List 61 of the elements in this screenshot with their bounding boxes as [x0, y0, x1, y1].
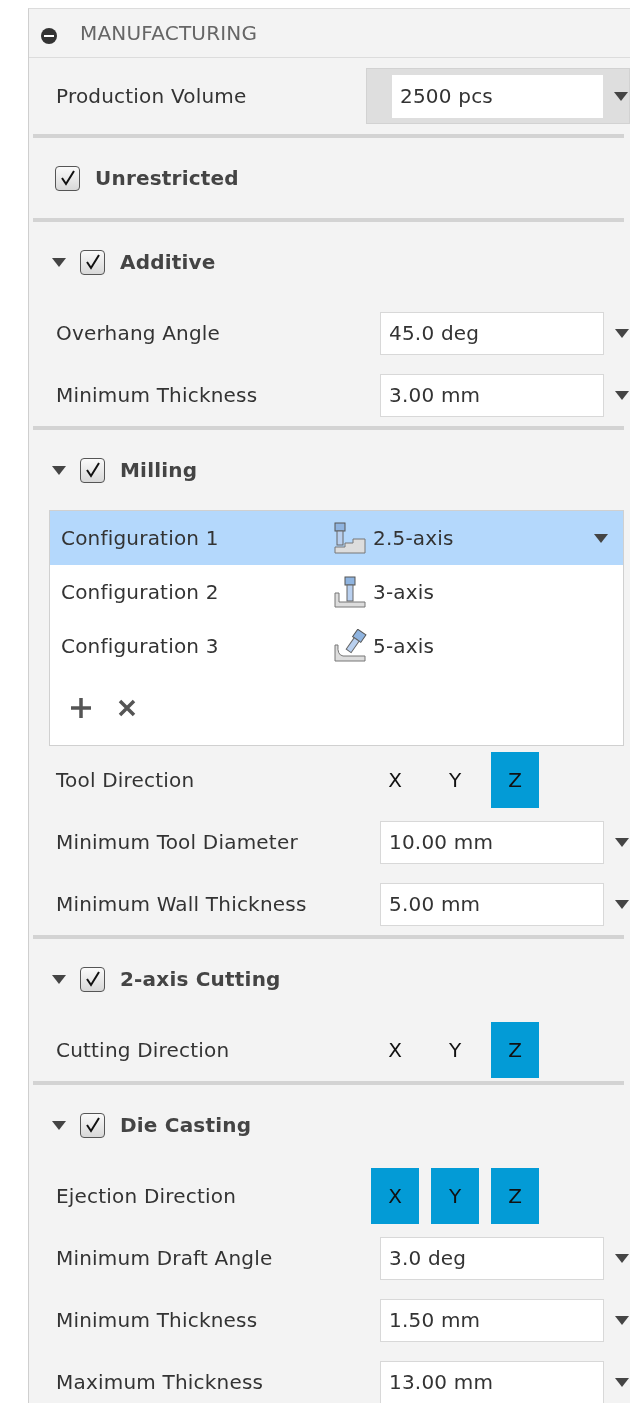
section-title: Additive — [120, 250, 216, 274]
field-label: Minimum Tool Diameter — [56, 830, 299, 854]
dropdown-arrow-icon[interactable] — [593, 532, 609, 544]
field-label: Tool Direction — [56, 768, 196, 792]
checkbox[interactable] — [55, 165, 80, 191]
field-label: Minimum Thickness — [56, 383, 259, 407]
axis-toggle[interactable]: Z — [491, 1168, 539, 1224]
field-label: Ejection Direction — [56, 1184, 238, 1208]
checkmark-icon — [58, 169, 77, 187]
dropdown-arrow-icon[interactable] — [614, 1314, 630, 1326]
axis-toggle[interactable]: Y — [431, 1022, 479, 1078]
field-label: Minimum Draft Angle — [56, 1246, 274, 1270]
milling-tool-step-icon — [333, 521, 367, 555]
dropdown-arrow-icon[interactable] — [614, 898, 630, 910]
input-field[interactable]: 10.00 mm — [380, 820, 604, 864]
input-field[interactable]: 3.0 deg — [380, 1236, 604, 1280]
checkbox[interactable] — [80, 1112, 105, 1138]
configuration-row[interactable]: Configuration 1 2.5-axis — [50, 511, 623, 565]
field-label: Maximum Thickness — [56, 1370, 265, 1394]
checkbox[interactable] — [80, 457, 105, 483]
collapse-icon[interactable] — [41, 25, 57, 41]
input-field[interactable]: 1.50 mm — [380, 1298, 604, 1342]
checkbox[interactable] — [80, 966, 105, 992]
configuration-row[interactable]: Configuration 2 3-axis — [50, 565, 623, 619]
checkmark-icon — [83, 253, 102, 271]
checkmark-icon — [83, 970, 102, 988]
dropdown-arrow-icon[interactable] — [614, 1252, 630, 1264]
section-title: Die Casting — [120, 1113, 252, 1137]
dropdown-arrow-icon[interactable] — [613, 90, 629, 102]
section-title: 2-axis Cutting — [120, 967, 281, 991]
configuration-row[interactable]: Configuration 3 5-axis — [50, 619, 623, 673]
field-label: Cutting Direction — [56, 1038, 231, 1062]
production-volume-dropdown[interactable]: 2500 pcs — [366, 68, 630, 124]
section-title: Milling — [120, 458, 198, 482]
dropdown-arrow-icon[interactable] — [614, 327, 630, 339]
checkmark-icon — [83, 461, 102, 479]
input-field[interactable]: 45.0 deg — [380, 311, 604, 355]
axis-toggle[interactable]: X — [371, 752, 419, 808]
field-label: Minimum Thickness — [56, 1308, 259, 1332]
milling-tool-icon — [333, 575, 367, 609]
axis-toggle[interactable]: Y — [431, 752, 479, 808]
axis-toggle[interactable]: Y — [431, 1168, 479, 1224]
axis-toggle[interactable]: Z — [491, 1022, 539, 1078]
axis-toggle[interactable]: X — [371, 1168, 419, 1224]
input-field[interactable]: 5.00 mm — [380, 882, 604, 926]
input-field[interactable]: 13.00 mm — [380, 1360, 604, 1403]
tilted-milling-tool-icon — [333, 629, 367, 663]
axis-toggle[interactable]: Z — [491, 752, 539, 808]
checkbox[interactable] — [80, 249, 105, 275]
dropdown-arrow-icon[interactable] — [614, 389, 630, 401]
dropdown-arrow-icon[interactable] — [614, 1376, 630, 1388]
add-icon[interactable] — [68, 695, 94, 721]
input-field[interactable]: 3.00 mm — [380, 373, 604, 417]
field-label: Production Volume — [56, 84, 248, 108]
section-title: Unrestricted — [95, 166, 239, 190]
field-label: Overhang Angle — [56, 321, 222, 345]
dropdown-arrow-icon[interactable] — [614, 836, 630, 848]
checkmark-icon — [83, 1116, 102, 1134]
axis-toggle[interactable]: X — [371, 1022, 419, 1078]
field-label: Minimum Wall Thickness — [56, 892, 308, 916]
panel-title: MANUFACTURING — [80, 21, 258, 45]
